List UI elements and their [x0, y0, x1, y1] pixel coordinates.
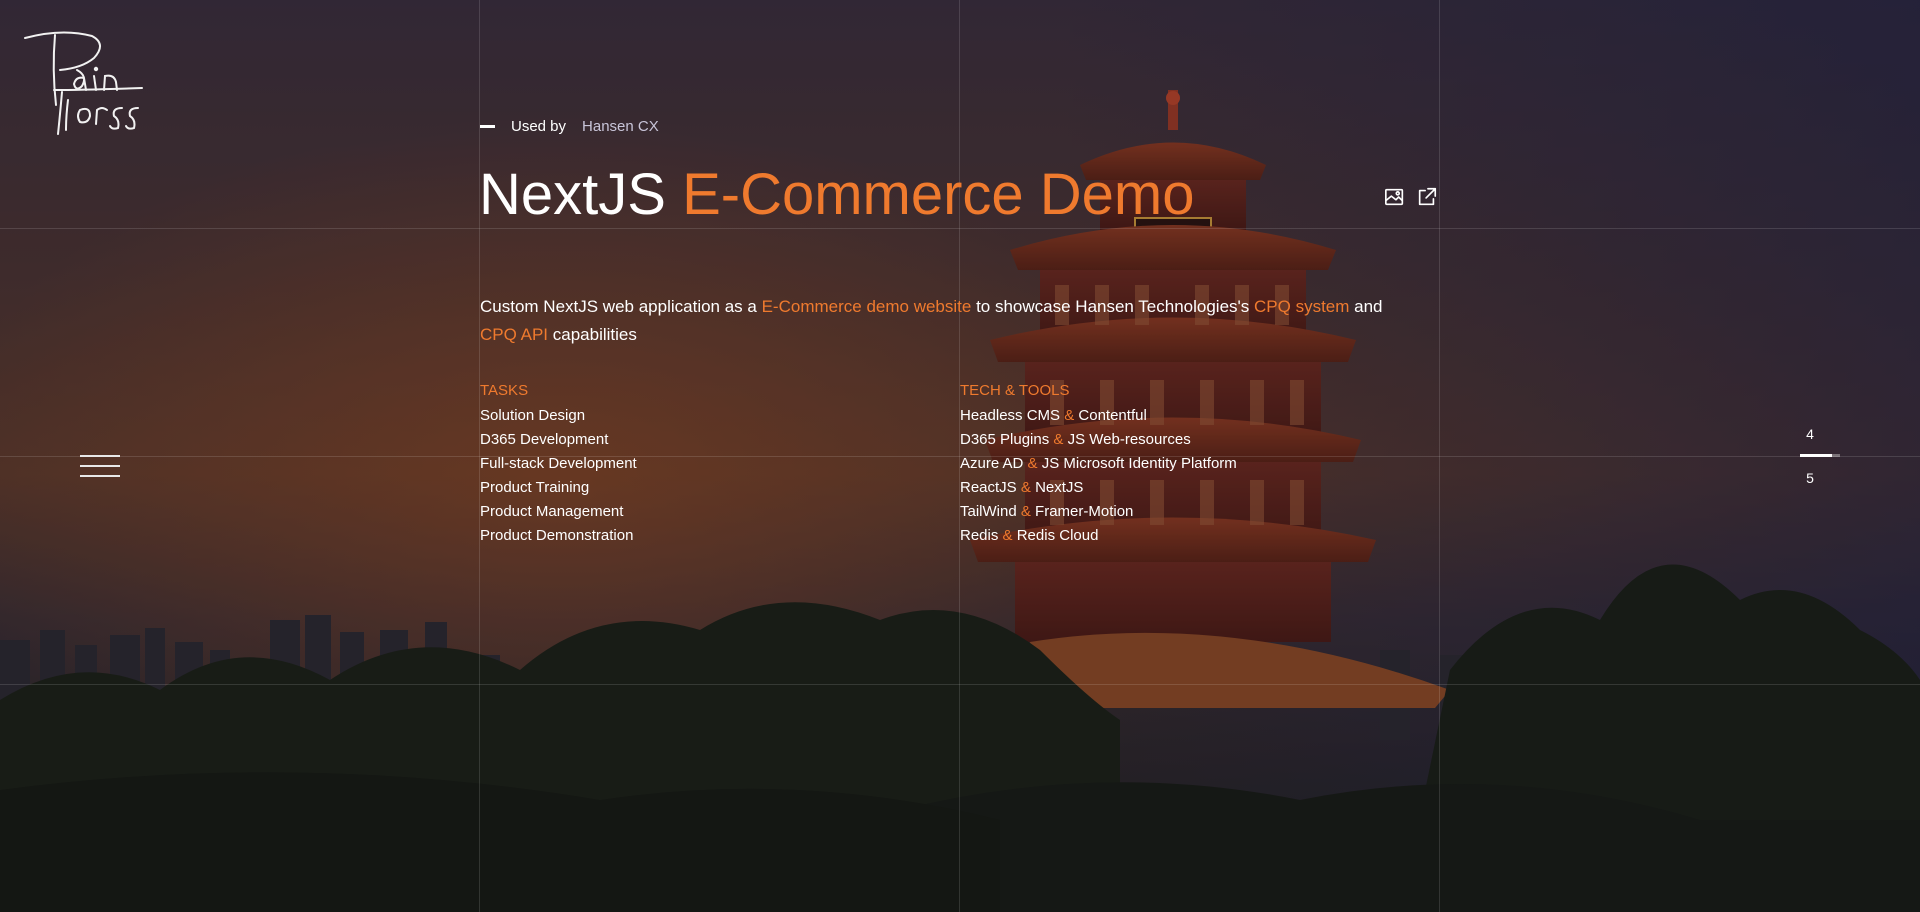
tech-heading: TECH & TOOLS [960, 382, 1070, 399]
desc-text: and [1349, 297, 1383, 316]
menu-button[interactable] [80, 455, 120, 477]
tech-separator: & [1020, 503, 1031, 520]
tech-name: Contentful [1078, 407, 1147, 424]
tech-separator: & [1002, 527, 1013, 544]
project-pager: 4 5 [1800, 424, 1840, 486]
dash-marker [480, 125, 495, 128]
tech-item: TailWind & Framer-Motion [960, 500, 1237, 524]
tech-name: Framer-Motion [1035, 503, 1134, 520]
desc-highlight: E-Commerce demo website [761, 297, 972, 316]
title-plain: NextJS [479, 162, 666, 227]
used-by-label: Used by [511, 118, 567, 135]
task-item: Solution Design [480, 407, 586, 424]
tech-separator: & [1064, 407, 1075, 424]
tech-name: Azure AD [960, 455, 1024, 472]
tech-name: Headless CMS [960, 407, 1061, 424]
tech-separator: & [1020, 479, 1031, 496]
tech-name: JS Microsoft Identity Platform [1041, 455, 1237, 472]
desc-text: to showcase Hansen Technologies's [971, 297, 1255, 316]
tech-list: Headless CMS & Contentful D365 Plugins &… [960, 404, 1237, 548]
pager-progress [1800, 454, 1840, 457]
task-item: Product Training [480, 479, 590, 496]
tech-section: TECH & TOOLS Headless CMS & Contentful D… [960, 380, 1237, 548]
external-link-icon[interactable] [1416, 186, 1438, 208]
client-name: Hansen CX [582, 118, 659, 135]
tech-name: Redis Cloud [1016, 527, 1099, 544]
hamburger-icon [80, 465, 120, 467]
tasks-list: Solution Design D365 Development Full-st… [480, 404, 637, 548]
gallery-icon[interactable] [1384, 186, 1406, 208]
tech-name: Redis [960, 527, 999, 544]
hamburger-icon [80, 455, 120, 457]
project-title: NextJS E-Commerce Demo [479, 160, 1195, 230]
project-actions [1384, 186, 1438, 208]
tech-separator: & [1027, 455, 1038, 472]
next-page-button[interactable]: 5 [1800, 468, 1820, 488]
tech-item: D365 Plugins & JS Web-resources [960, 428, 1237, 452]
signature-logo[interactable] [22, 30, 147, 135]
current-page: 4 [1806, 426, 1814, 442]
tech-name: D365 Plugins [960, 431, 1050, 448]
tech-item: Azure AD & JS Microsoft Identity Platfor… [960, 452, 1237, 476]
task-item: Product Demonstration [480, 527, 634, 544]
tech-item: Headless CMS & Contentful [960, 404, 1237, 428]
tasks-heading: TASKS [480, 382, 529, 399]
task-item: Full-stack Development [480, 455, 637, 472]
desc-highlight: CPQ system [1254, 297, 1350, 316]
desc-text: Custom NextJS web application as a [480, 297, 762, 316]
tech-name: TailWind [960, 503, 1017, 520]
task-item: D365 Development [480, 431, 609, 448]
project-description: Custom NextJS web application as a E-Com… [480, 293, 1420, 349]
task-item: Product Management [480, 503, 624, 520]
tech-item: ReactJS & NextJS [960, 476, 1237, 500]
desc-text: capabilities [548, 325, 637, 344]
desc-highlight: CPQ API [480, 325, 549, 344]
tech-name: NextJS [1035, 479, 1084, 496]
used-by: Used by Hansen CX [480, 118, 659, 135]
tech-name: JS Web-resources [1067, 431, 1191, 448]
tasks-section: TASKS Solution Design D365 Development F… [480, 380, 637, 548]
hamburger-icon [80, 475, 120, 477]
tech-separator: & [1053, 431, 1064, 448]
tech-name: ReactJS [960, 479, 1017, 496]
pager-progress-fill [1800, 454, 1832, 457]
grid-line [0, 684, 1920, 685]
tech-item: Redis & Redis Cloud [960, 524, 1237, 548]
title-highlight: E-Commerce Demo [682, 162, 1195, 227]
